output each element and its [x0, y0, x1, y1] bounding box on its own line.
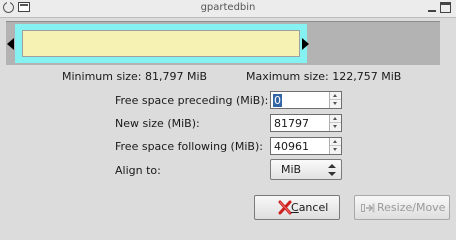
resize-move-icon — [361, 203, 375, 213]
maximum-size-label: Maximum size: 122,757 MiB — [246, 70, 402, 83]
spin-down-icon[interactable] — [330, 146, 341, 154]
free-space-following-input[interactable]: 40961 — [270, 137, 342, 155]
free-space-preceding-label: Free space preceding (MiB): — [115, 94, 269, 107]
spin-down-icon[interactable] — [330, 100, 341, 108]
arrow-right-icon[interactable] — [302, 38, 309, 50]
free-space-following-label: Free space following (MiB): — [115, 140, 263, 153]
new-size-value: 81797 — [274, 117, 309, 130]
cancel-button[interactable]: Cancel — [254, 195, 340, 220]
cancel-button-label: Cancel — [291, 201, 329, 214]
spin-buttons[interactable] — [329, 115, 341, 131]
maximize-icon[interactable] — [440, 2, 451, 13]
free-space-following-value: 40961 — [274, 140, 309, 153]
partition-resize-bar[interactable] — [6, 21, 440, 65]
spin-up-icon[interactable] — [330, 115, 341, 123]
window-title: gpartedbin — [200, 2, 256, 13]
new-size-label: New size (MiB): — [115, 117, 200, 130]
spin-up-icon[interactable] — [330, 92, 341, 100]
arrow-left-icon[interactable] — [7, 38, 14, 50]
spin-up-icon[interactable] — [330, 138, 341, 146]
minimize-icon[interactable] — [427, 2, 438, 13]
cancel-x-icon — [278, 200, 292, 215]
minimum-size-label: Minimum size: 81,797 MiB — [62, 70, 208, 83]
align-to-label: Align to: — [115, 164, 161, 177]
resize-move-button-label: Resize/Move — [377, 201, 446, 214]
spin-down-icon[interactable] — [330, 123, 341, 131]
spin-buttons[interactable] — [329, 92, 341, 108]
spin-buttons[interactable] — [329, 138, 341, 154]
window-titlebar: gpartedbin — [0, 0, 456, 18]
align-to-value: MiB — [281, 163, 302, 176]
updown-arrows-icon — [328, 164, 336, 176]
new-size-input[interactable]: 81797 — [270, 114, 342, 132]
free-space-preceding-value: 0 — [273, 94, 282, 107]
partition-frame[interactable] — [15, 24, 307, 63]
partition-used-area — [22, 30, 300, 57]
align-to-select[interactable]: MiB — [270, 159, 342, 180]
free-space-preceding-input[interactable]: 0 — [270, 91, 342, 109]
resize-move-button[interactable]: Resize/Move — [354, 195, 450, 220]
